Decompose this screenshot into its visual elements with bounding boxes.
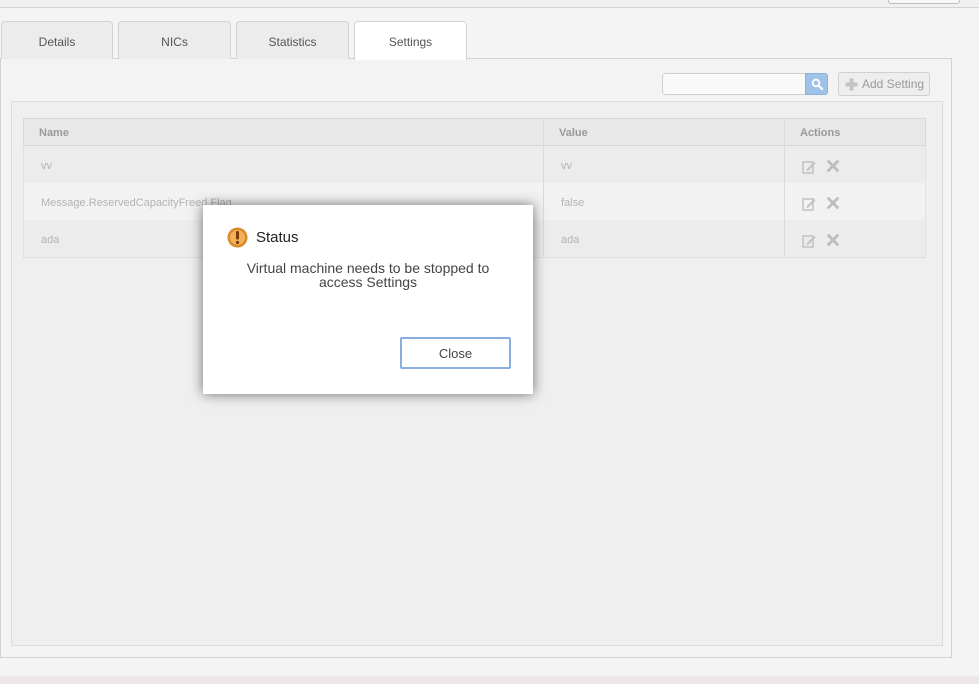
dialog-message: Virtual machine needs to be stopped to a… <box>246 260 490 290</box>
warning-icon <box>227 227 248 248</box>
dialog-title: Status <box>256 229 299 246</box>
close-button[interactable]: Close <box>400 337 511 369</box>
tab-settings[interactable]: Settings <box>354 21 467 60</box>
status-dialog: Status Virtual machine needs to be stopp… <box>203 205 533 394</box>
